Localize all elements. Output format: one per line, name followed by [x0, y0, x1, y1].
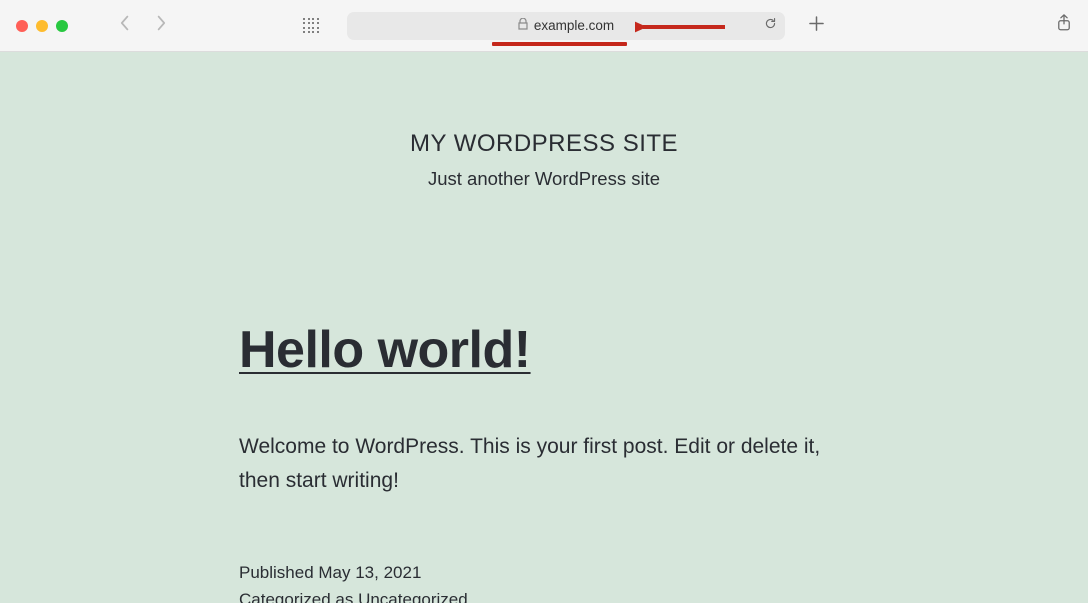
- new-tab-button[interactable]: [809, 16, 824, 36]
- window-controls: [16, 20, 68, 32]
- categorized-label: Categorized as: [239, 590, 358, 603]
- post-body: Welcome to WordPress. This is your first…: [239, 430, 849, 497]
- post-meta: Published May 13, 2021 Categorized as Un…: [239, 559, 849, 603]
- published-label: Published: [239, 563, 318, 582]
- lock-icon: [518, 17, 528, 35]
- minimize-window-button[interactable]: [36, 20, 48, 32]
- nav-arrows: [118, 19, 168, 33]
- start-page-button[interactable]: [303, 18, 319, 34]
- post-title-text: Hello world!: [239, 321, 531, 379]
- share-button[interactable]: [1056, 14, 1072, 37]
- site-title[interactable]: MY WORDPRESS SITE: [0, 130, 1088, 158]
- plus-icon: [809, 16, 824, 36]
- post-published: Published May 13, 2021: [239, 559, 849, 586]
- forward-button[interactable]: [154, 19, 168, 33]
- url-text: example.com: [534, 18, 614, 33]
- address-bar[interactable]: example.com: [347, 12, 785, 40]
- site-header: MY WORDPRESS SITE Just another WordPress…: [0, 52, 1088, 190]
- post-category: Categorized as Uncategorized: [239, 586, 849, 603]
- share-icon: [1056, 14, 1072, 37]
- page-content: MY WORDPRESS SITE Just another WordPress…: [0, 52, 1088, 603]
- reload-button[interactable]: [764, 17, 777, 35]
- grid-icon: [303, 18, 319, 34]
- published-date: May 13, 2021: [318, 563, 421, 582]
- reload-icon: [764, 17, 777, 34]
- post-title-link[interactable]: Hello world!: [239, 320, 849, 380]
- browser-toolbar: example.com: [0, 0, 1088, 52]
- category-link[interactable]: Uncategorized: [358, 590, 468, 603]
- chevron-right-icon: [155, 15, 167, 36]
- site-tagline: Just another WordPress site: [0, 168, 1088, 190]
- chevron-left-icon: [119, 15, 131, 36]
- back-button[interactable]: [118, 19, 132, 33]
- close-window-button[interactable]: [16, 20, 28, 32]
- fullscreen-window-button[interactable]: [56, 20, 68, 32]
- post: Hello world! Welcome to WordPress. This …: [239, 320, 849, 603]
